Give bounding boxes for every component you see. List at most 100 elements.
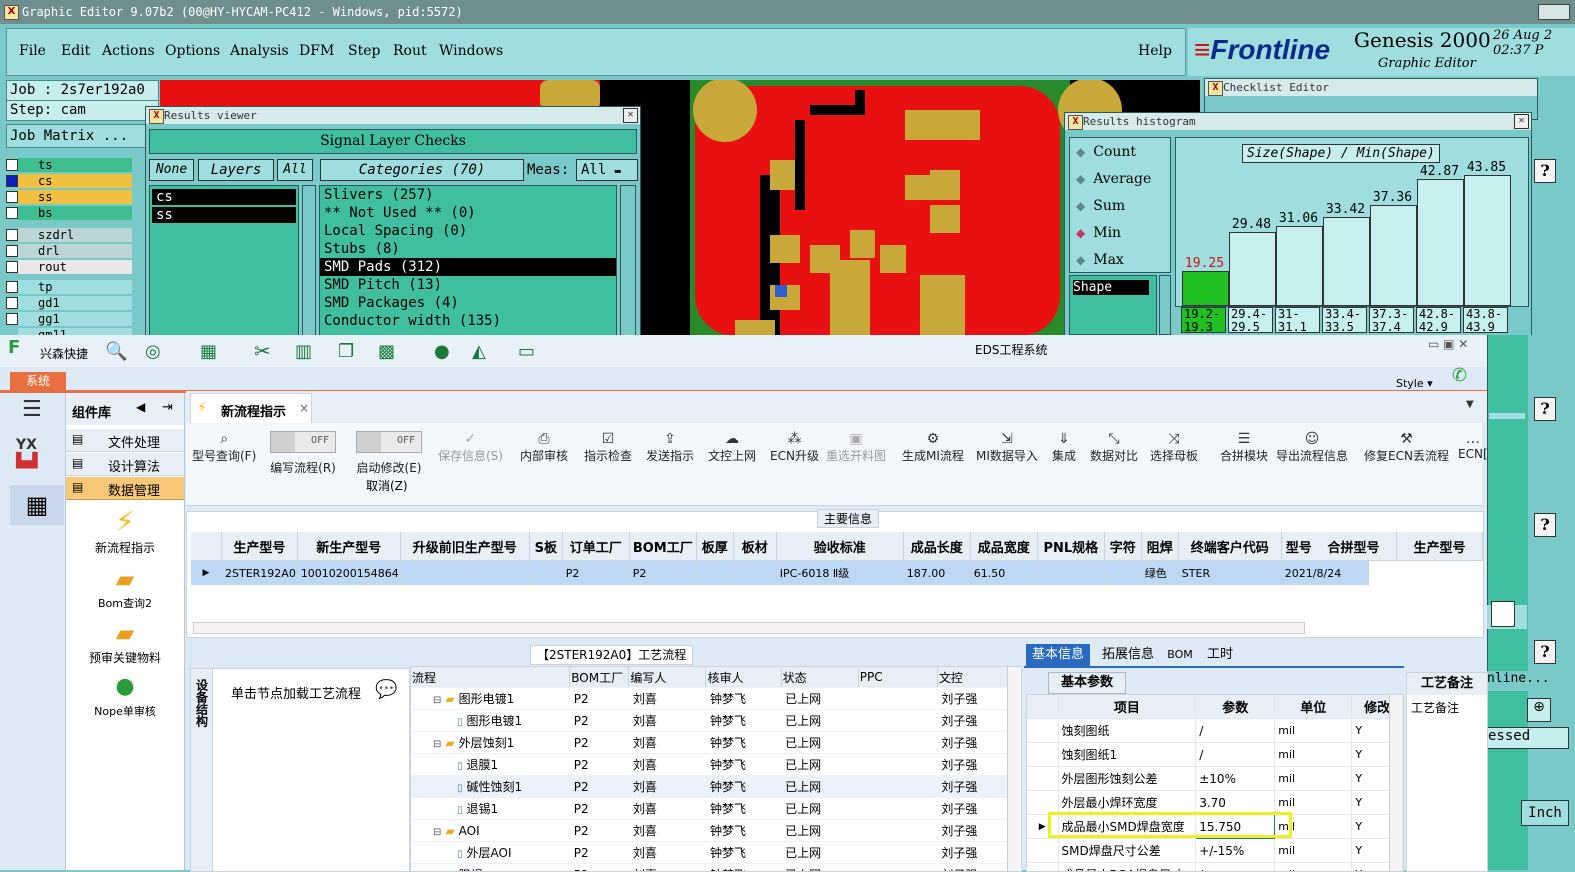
table-cell[interactable]: P2	[629, 561, 696, 586]
tab-basic-info[interactable]: 基本信息	[1026, 644, 1090, 666]
table-cell[interactable]	[529, 561, 562, 586]
help-icon[interactable]: ?	[1534, 397, 1556, 421]
window-controls[interactable]: ▭ ▣ ✕	[1428, 337, 1468, 351]
param-row[interactable]: SMD焊盘尺寸公差+/-15%milY	[1027, 839, 1403, 863]
close-icon[interactable]: ×	[299, 401, 309, 415]
category-item[interactable]: Conductor width (135)	[320, 312, 616, 330]
calculator-icon[interactable]: ▦	[10, 485, 64, 525]
histogram-bar[interactable]	[1323, 217, 1370, 306]
param-row[interactable]: 成品最小BGA焊盘尺寸/milY	[1027, 863, 1403, 872]
app-new-process[interactable]: ⚡新流程指示	[66, 505, 184, 563]
pin-icon[interactable]: ⇥	[162, 400, 173, 415]
param-value[interactable]: /	[1196, 743, 1275, 767]
column-header[interactable]: 合拼型号	[1311, 532, 1397, 561]
column-header[interactable]: 板厚	[696, 532, 733, 561]
layer-szdrl[interactable]: szdrl	[18, 228, 132, 242]
toolbar-checkbox-button[interactable]: ☑指示检查	[584, 431, 632, 464]
layer-bs[interactable]: bs	[18, 206, 132, 220]
collapse-icon[interactable]: ⊟	[433, 827, 441, 838]
column-header[interactable]: 生产型号	[222, 532, 298, 561]
param-value[interactable]: ±10%	[1196, 767, 1275, 791]
layers-button[interactable]: Layers	[198, 159, 274, 181]
lifebuoy-icon[interactable]: ◎	[145, 341, 161, 362]
column-header[interactable]: 参数	[1196, 695, 1275, 719]
param-value[interactable]: 3.70	[1196, 791, 1275, 815]
menu-options[interactable]: Options	[165, 43, 220, 59]
side-tab-structure[interactable]: 设备结构	[190, 668, 214, 872]
table-cell[interactable]: P2	[562, 561, 629, 586]
help-icon[interactable]: ?	[1534, 159, 1556, 183]
toolbar-compare-button[interactable]: ⤡数据对比	[1090, 431, 1138, 464]
table-cell[interactable]: STER	[1178, 561, 1281, 586]
column-header[interactable]: PNL规格	[1037, 532, 1104, 561]
chart-icon[interactable]: ◭	[472, 341, 486, 362]
toggle-switch[interactable]: OFF	[356, 431, 422, 453]
category-item[interactable]: Stubs (8)	[320, 240, 616, 258]
column-header[interactable]: 成品长度	[903, 532, 970, 561]
collapse-icon[interactable]: ⊟	[433, 739, 441, 750]
table-icon[interactable]: ▦	[200, 341, 217, 362]
layer-ts[interactable]: ts	[18, 158, 132, 172]
column-header[interactable]: BOM工厂	[629, 532, 696, 561]
toolbar-search-button[interactable]: ⌕型号查询(F)	[192, 431, 256, 464]
zoom-icon[interactable]: ⊕	[1527, 698, 1551, 722]
column-header[interactable]: BOM工厂	[570, 667, 629, 688]
toolbar-cloud-button[interactable]: ☁文控上网	[708, 431, 756, 464]
category-item-selected[interactable]: SMD Pads (312)	[320, 258, 616, 276]
layer-gg1[interactable]: gg1	[18, 312, 132, 326]
column-header[interactable]: 项目	[1058, 695, 1196, 719]
toolbar-list-button[interactable]: ☰合拼模块	[1220, 431, 1268, 464]
system-tab[interactable]: 系统	[10, 372, 66, 390]
vertical-scrollbar[interactable]	[1389, 695, 1402, 871]
column-header[interactable]: 单位	[1275, 695, 1352, 719]
histogram-bar[interactable]	[1417, 179, 1464, 306]
histogram-bar[interactable]	[1182, 271, 1229, 306]
layer-gd1[interactable]: gd1	[18, 296, 132, 310]
chevron-down-icon[interactable]: ▼	[1466, 399, 1474, 410]
app-bom-query[interactable]: ▰Bom查询2	[66, 563, 184, 615]
column-header[interactable]: 阻焊	[1141, 532, 1178, 561]
table-cell[interactable]: IPC-6018 Ⅱ级	[776, 561, 903, 586]
tree-row[interactable]: ▯图形电镀1P2刘喜钟梦飞已上网刘子强	[411, 710, 1011, 732]
layer-icon[interactable]	[1491, 601, 1515, 627]
tree-row[interactable]: ▯退锡1P2刘喜钟梦飞已上网刘子强	[411, 798, 1011, 820]
histogram-option[interactable]: ◆Min	[1076, 225, 1121, 241]
category-item[interactable]: ** Not Used ** (0)	[320, 204, 616, 222]
copy-icon[interactable]: ❐	[338, 341, 354, 362]
menu-dfm[interactable]: DFM	[299, 43, 334, 59]
menu-file[interactable]: File	[19, 43, 46, 59]
tree-row[interactable]: ⊟▰阻焊P2刘喜钟梦飞已上网刘子强	[411, 864, 1011, 872]
param-value[interactable]: +/-15%	[1196, 839, 1275, 863]
tree-row[interactable]: ⊟▰图形电镀1P2刘喜钟梦飞已上网刘子强	[411, 688, 1011, 710]
category-item[interactable]: SMD Packages (4)	[320, 294, 616, 312]
style-menu[interactable]: Style ▾	[1396, 377, 1433, 390]
column-header[interactable]: S板	[529, 532, 562, 561]
menu-windows[interactable]: Windows	[439, 43, 503, 59]
minimize-button[interactable]	[1538, 4, 1570, 20]
table-cell[interactable]: 2STER192A0	[222, 561, 298, 586]
toolbar-more-button[interactable]: …ECN[	[1458, 431, 1488, 461]
column-header[interactable]: 流程	[411, 667, 570, 688]
toolbar-import-button[interactable]: ⇲MI数据导入	[976, 431, 1038, 464]
toolbar-gears-button[interactable]: ⚙生成MI流程	[902, 431, 964, 464]
param-row[interactable]: 蚀刻图纸/milY	[1027, 719, 1403, 743]
result-layer-cs[interactable]: cs	[152, 189, 296, 205]
app-precheck-material[interactable]: ▰预审关键物料	[66, 617, 184, 669]
result-layer-ss[interactable]: ss	[152, 207, 296, 223]
table-cell[interactable]	[1104, 561, 1141, 586]
toolbar-check-button[interactable]: ✓保存信息(S)	[438, 431, 503, 464]
phone-icon[interactable]: ✆	[1452, 365, 1467, 386]
toolbar-upload-button[interactable]: ⇪发送指示	[646, 431, 694, 464]
toolbar-dots-button[interactable]: ⁂ECN升级	[770, 431, 819, 464]
tab-extended-info[interactable]: 拓展信息	[1098, 644, 1158, 666]
help-icon[interactable]: ?	[1534, 640, 1556, 664]
nav-item-file[interactable]: ▤文件处理	[66, 429, 184, 452]
column-header[interactable]: 文控	[937, 667, 1010, 688]
histogram-option[interactable]: ◆Max	[1076, 252, 1124, 268]
yx-icon[interactable]: YX▙▟	[16, 437, 56, 473]
scrollbar[interactable]	[1159, 275, 1171, 335]
toolbar-smile-button[interactable]: ☺导出流程信息	[1276, 431, 1348, 464]
app-nope-review[interactable]: ●Nope单审核	[66, 671, 184, 723]
vertical-scrollbar[interactable]	[1007, 667, 1020, 871]
column-header[interactable]: 字符	[1104, 532, 1141, 561]
